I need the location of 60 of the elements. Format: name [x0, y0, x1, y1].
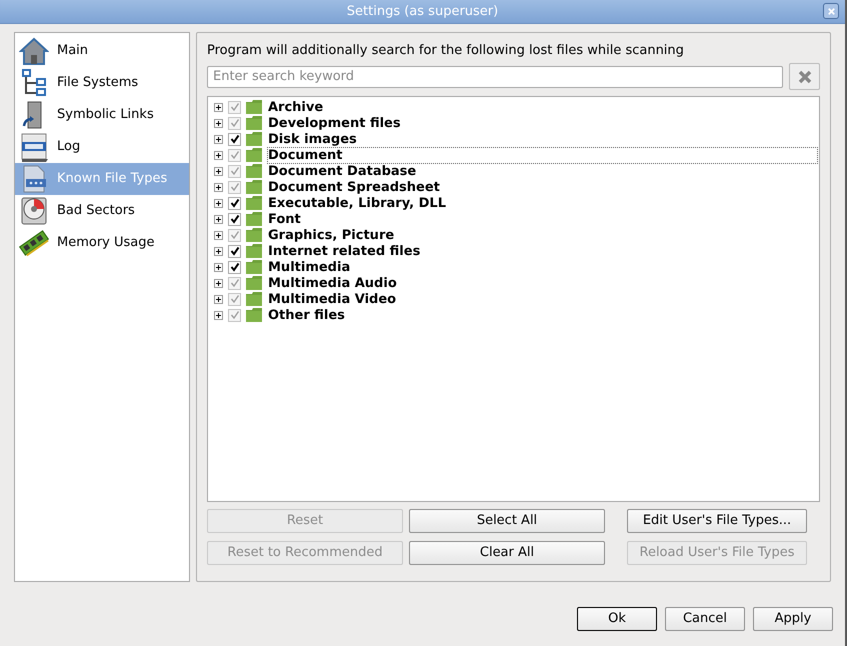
folder-icon: [246, 196, 262, 210]
description-text: Program will additionally search for the following lost files while scanning: [207, 42, 685, 60]
checkbox[interactable]: [228, 132, 241, 146]
tree-item[interactable]: Font: [267, 210, 302, 228]
tree-item[interactable]: Disk images: [267, 130, 358, 148]
search-field[interactable]: Enter search keyword: [207, 66, 783, 88]
clear-icon: [796, 68, 812, 84]
close-icon: [826, 6, 836, 16]
expand-icon[interactable]: [214, 230, 223, 240]
expand-icon[interactable]: [214, 214, 223, 224]
close-button[interactable]: [823, 3, 839, 19]
folder-icon: [246, 164, 262, 178]
expand-icon[interactable]: [214, 262, 223, 272]
expand-icon[interactable]: [214, 166, 223, 176]
house-icon: [19, 36, 49, 66]
action-button[interactable]: Clear All: [409, 541, 605, 565]
sidebar-item[interactable]: Main: [15, 35, 189, 67]
checkbox[interactable]: [228, 260, 241, 274]
expand-icon[interactable]: [214, 294, 223, 304]
tree-icon: [19, 68, 49, 98]
tree-item[interactable]: Executable, Library, DLL: [267, 194, 448, 212]
checkbox[interactable]: [228, 196, 241, 210]
folder-icon: [246, 116, 262, 130]
expand-icon[interactable]: [214, 134, 223, 144]
sidebar-item[interactable]: File Systems: [15, 67, 189, 99]
sidebar-item[interactable]: Bad Sectors: [15, 195, 189, 227]
expand-icon[interactable]: [214, 278, 223, 288]
sidebar-item[interactable]: Symbolic Links: [15, 99, 189, 131]
folder-icon: [246, 180, 262, 194]
dialog-button[interactable]: Cancel: [665, 607, 745, 631]
folder-icon: [246, 228, 262, 242]
tree-item[interactable]: Multimedia: [267, 258, 352, 276]
dialog-button[interactable]: Apply: [753, 607, 833, 631]
expand-icon[interactable]: [214, 246, 223, 256]
folder-icon: [246, 132, 262, 146]
tree-item[interactable]: Internet related files: [267, 242, 422, 260]
clear-search-button[interactable]: [789, 63, 820, 90]
folder-icon: [246, 276, 262, 290]
dialog-button[interactable]: Ok: [577, 607, 657, 631]
sidebar-item[interactable]: Log: [15, 131, 189, 163]
expand-icon[interactable]: [214, 310, 223, 320]
log-icon: [19, 132, 49, 162]
folder-icon: [246, 100, 262, 114]
expand-icon[interactable]: [214, 198, 223, 208]
checkbox[interactable]: [228, 244, 241, 258]
folder-icon: [246, 148, 262, 162]
folder-icon: [246, 292, 262, 306]
folder-icon: [246, 308, 262, 322]
window-title: Settings (as superuser): [346, 2, 498, 21]
action-button[interactable]: Select All: [409, 509, 605, 533]
expand-icon[interactable]: [214, 118, 223, 128]
folder-icon: [246, 260, 262, 274]
expand-icon[interactable]: [214, 102, 223, 112]
folder-icon: [246, 212, 262, 226]
expand-icon[interactable]: [214, 182, 223, 192]
folder-icon: [246, 244, 262, 258]
checkbox[interactable]: [228, 212, 241, 226]
sidebar-item[interactable]: Memory Usage: [15, 227, 189, 259]
expand-icon[interactable]: [214, 150, 223, 160]
action-button[interactable]: Edit User's File Types...: [627, 509, 807, 533]
